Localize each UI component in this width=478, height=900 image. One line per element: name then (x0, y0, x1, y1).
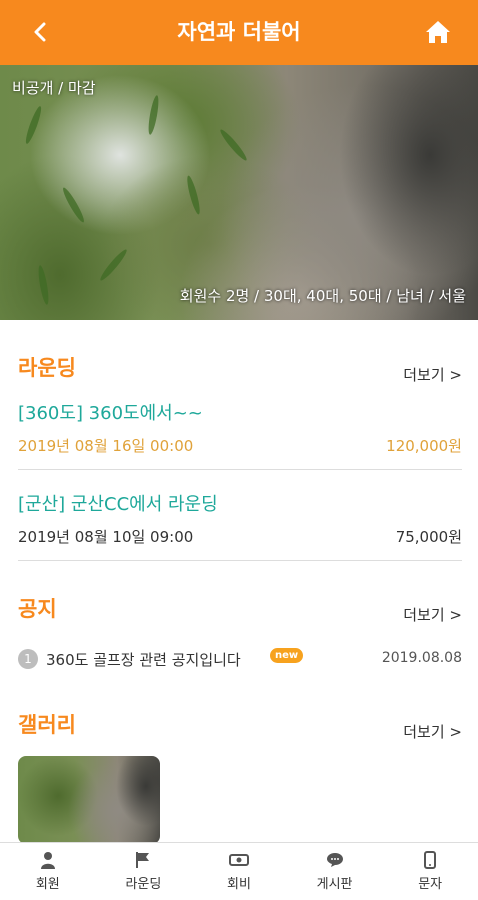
rounding-item-price: 120,000원 (386, 437, 462, 455)
club-cover-image: 비공개 / 마감 회원수 2명 / 30대, 40대, 50대 / 남녀 / 서… (0, 65, 478, 320)
person-icon (38, 851, 58, 869)
rounding-item-name[interactable]: [360도] 360도에서~~ (18, 399, 203, 425)
tab-label: 게시판 (316, 877, 353, 892)
new-badge: new (270, 648, 304, 663)
rounding-item-datetime: 2019년 08월 10일 09:00 (18, 528, 194, 546)
tab-members[interactable]: 회원 (0, 843, 96, 900)
gallery-thumbnail[interactable] (18, 756, 160, 844)
notice-number-badge: 1 (18, 649, 38, 669)
rounding-item-name[interactable]: [군산] 군산CC에서 라운딩 (18, 490, 218, 516)
tab-label: 회비 (227, 877, 251, 892)
page-title: 자연과 더불어 (177, 20, 301, 44)
rounding-item-price: 75,000원 (395, 528, 462, 546)
phone-icon (420, 851, 440, 869)
rounding-section-title: 라운딩 (18, 356, 76, 380)
notice-section-title: 공지 (18, 597, 57, 621)
money-icon (228, 851, 249, 869)
rounding-more-link[interactable]: 더보기 > (403, 364, 462, 385)
tab-label: 라운딩 (125, 877, 162, 892)
tab-board[interactable]: 게시판 (287, 843, 383, 900)
tab-label: 문자 (418, 877, 443, 892)
gallery-more-link[interactable]: 더보기 > (403, 721, 462, 742)
club-status: 비공개 / 마감 (12, 79, 96, 97)
bottom-tab-bar: 회원 라운딩 회비 게시판 문자 (0, 842, 478, 900)
rounding-item-datetime: 2019년 08월 16일 00:00 (18, 437, 194, 455)
divider (18, 560, 462, 561)
gallery-section-title: 갤러리 (18, 713, 76, 737)
home-icon (426, 21, 450, 43)
chat-icon (325, 851, 345, 869)
tab-fees[interactable]: 회비 (191, 843, 287, 900)
notice-item-date: 2019.08.08 (381, 650, 462, 666)
tab-sms[interactable]: 문자 (382, 843, 478, 900)
tab-rounding[interactable]: 라운딩 (96, 843, 192, 900)
notice-item-title[interactable]: 360도 골프장 관련 공지입니다 (46, 649, 241, 670)
divider (18, 469, 462, 470)
notice-more-link[interactable]: 더보기 > (403, 604, 462, 625)
app-header: 자연과 더불어 (0, 0, 478, 65)
tab-label: 회원 (35, 877, 60, 892)
club-info: 회원수 2명 / 30대, 40대, 50대 / 남녀 / 서울 (179, 287, 466, 305)
flag-icon (133, 851, 153, 869)
home-button[interactable] (420, 14, 456, 50)
